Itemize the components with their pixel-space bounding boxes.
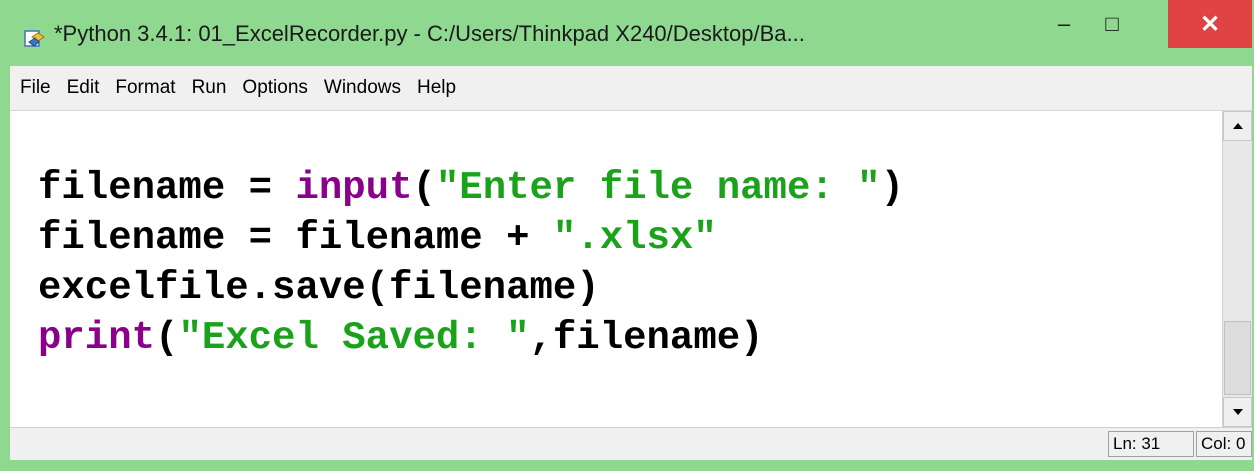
scroll-thumb[interactable] xyxy=(1224,321,1251,395)
code-keyword: print xyxy=(38,316,156,360)
idle-editor-window: *Python 3.4.1: 01_ExcelRecorder.py - C:/… xyxy=(0,0,1254,471)
menu-edit[interactable]: Edit xyxy=(67,77,100,99)
code-line-3: excelfile.save(filename) xyxy=(38,269,600,308)
close-icon: ✕ xyxy=(1199,10,1221,38)
maximize-button[interactable]: □ xyxy=(1090,0,1134,48)
status-bar: Ln: 31 Col: 0 xyxy=(10,427,1252,460)
close-button[interactable]: ✕ xyxy=(1168,0,1252,48)
vertical-scrollbar[interactable] xyxy=(1222,111,1252,427)
scroll-down-button[interactable] xyxy=(1223,397,1252,427)
line-number-indicator: Ln: 31 xyxy=(1108,431,1194,457)
code-editor[interactable]: filename = input("Enter file name: ") fi… xyxy=(10,111,1222,427)
arrow-up-icon xyxy=(1232,123,1243,129)
title-bar[interactable]: *Python 3.4.1: 01_ExcelRecorder.py - C:/… xyxy=(10,0,1252,66)
code-string: ".xlsx" xyxy=(552,216,717,260)
code-line-1: filename = input("Enter file name: ") xyxy=(38,169,904,208)
maximize-icon: □ xyxy=(1105,11,1119,36)
menu-format[interactable]: Format xyxy=(115,77,175,99)
code-line-2: filename = filename + ".xlsx" xyxy=(38,219,717,258)
arrow-down-icon xyxy=(1232,409,1243,415)
menu-help[interactable]: Help xyxy=(417,77,456,99)
code-text: ) xyxy=(880,166,904,210)
code-line-4: print("Excel Saved: ",filename) xyxy=(38,319,764,358)
python-file-icon xyxy=(24,28,46,48)
code-text: filename = xyxy=(38,166,296,210)
column-number-indicator: Col: 0 xyxy=(1196,431,1252,457)
code-text: ( xyxy=(412,166,436,210)
code-string: "Excel Saved: " xyxy=(178,316,530,360)
minimize-icon: – xyxy=(1057,11,1071,36)
menu-options[interactable]: Options xyxy=(242,77,307,99)
code-text: filename = filename + xyxy=(38,216,553,260)
code-text: ,filename) xyxy=(529,316,764,360)
minimize-button[interactable]: – xyxy=(1042,0,1086,48)
scroll-up-button[interactable] xyxy=(1223,111,1252,141)
menu-windows[interactable]: Windows xyxy=(324,77,401,99)
code-text: excelfile.save(filename) xyxy=(38,266,600,310)
code-keyword: input xyxy=(295,166,413,210)
menu-file[interactable]: File xyxy=(20,77,51,99)
menu-run[interactable]: Run xyxy=(192,77,227,99)
code-string: "Enter file name: " xyxy=(435,166,881,210)
code-text: ( xyxy=(155,316,179,360)
window-title: *Python 3.4.1: 01_ExcelRecorder.py - C:/… xyxy=(54,21,805,46)
menu-bar: File Edit Format Run Options Windows Hel… xyxy=(10,66,1252,111)
